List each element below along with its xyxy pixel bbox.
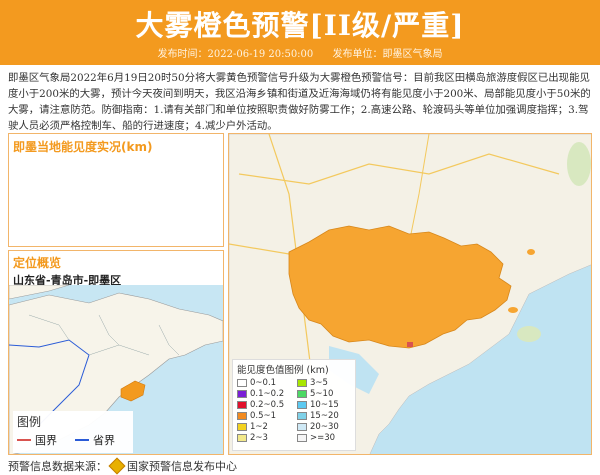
legend-range-label: >=30 (310, 433, 336, 443)
visibility-legend: 能见度色值图例 (km) 0~0.1 3~5 0.1~0.2 5~10 0.2~0.5 1… (232, 359, 356, 451)
legend-range-label: 3~5 (310, 378, 328, 388)
data-source: 预警信息数据来源： 国家预警信息发布中心 (8, 457, 237, 475)
visibility-legend-item: 0.5~1 (237, 411, 291, 421)
visibility-legend-item: 3~5 (297, 378, 351, 388)
legend-swatch-icon (237, 423, 247, 431)
legend-swatch-icon (297, 401, 307, 409)
warning-description: 即墨区气象局2022年6月19日20时50分将大雾黄色预警信号升级为大雾橙色预警… (8, 72, 591, 132)
visibility-legend-item: 5~10 (297, 389, 351, 399)
legend-range-label: 0~0.1 (250, 378, 277, 388)
source-provider[interactable]: 国家预警信息发布中心 (127, 458, 237, 474)
visibility-legend-item: 0~0.1 (237, 378, 291, 388)
visibility-panel-title: 即墨当地能见度实况(km) (13, 140, 153, 154)
visibility-legend-item: 10~15 (297, 400, 351, 410)
overview-legend-title: 图例 (17, 415, 42, 429)
visibility-panel: 即墨当地能见度实况(km) (8, 133, 224, 247)
legend-range-label: 0.5~1 (250, 411, 277, 421)
legend-swatch-icon (237, 434, 247, 442)
legend-swatch-icon (237, 390, 247, 398)
visibility-legend-item: >=30 (297, 433, 351, 443)
province-border-line-icon (75, 439, 89, 441)
overview-legend: 图例 国界 省界 (13, 411, 133, 453)
warning-title: 大雾橙色预警[II级/严重] (135, 9, 465, 42)
warning-meta: 发布时间：2022-06-19 20:50:00 发布单位：即墨区气象局 (0, 48, 600, 62)
legend-swatch-icon (297, 390, 307, 398)
legend-swatch-icon (297, 423, 307, 431)
location-panel: 定位概览 山东省-青岛市-即墨区 图例 国界 省界 (8, 250, 224, 455)
legend-range-label: 5~10 (310, 389, 334, 399)
city-marker-icon (407, 342, 413, 347)
publish-time: 发布时间：2022-06-19 20:50:00 (157, 49, 314, 60)
publisher: 发布单位：即墨区气象局 (332, 49, 443, 60)
visibility-legend-title: 能见度色值图例 (km) (237, 365, 329, 376)
visibility-legend-item: 15~20 (297, 411, 351, 421)
legend-swatch-icon (237, 379, 247, 387)
legend-swatch-icon (237, 401, 247, 409)
visibility-legend-item: 1~2 (237, 422, 291, 432)
legend-national-border: 国界 省界 (13, 432, 133, 448)
source-label: 预警信息数据来源： (8, 460, 107, 473)
legend-range-label: 1~2 (250, 422, 268, 432)
visibility-legend-item: 0.1~0.2 (237, 389, 291, 399)
legend-range-label: 0.1~0.2 (250, 389, 285, 399)
warning-center-logo-icon (108, 457, 126, 475)
warning-header: 大雾橙色预警[II级/严重] 发布时间：2022-06-19 20:50:00 … (0, 0, 600, 65)
legend-swatch-icon (297, 434, 307, 442)
legend-swatch-icon (297, 412, 307, 420)
legend-range-label: 20~30 (310, 422, 339, 432)
legend-range-label: 2~3 (250, 433, 268, 443)
visibility-legend-grid: 0~0.1 3~5 0.1~0.2 5~10 0.2~0.5 10~15 0.5~1 15~2… (233, 378, 355, 443)
visibility-legend-item: 20~30 (297, 422, 351, 432)
legend-range-label: 10~15 (310, 400, 339, 410)
visibility-legend-item: 0.2~0.5 (237, 400, 291, 410)
location-panel-title: 定位概览 (13, 256, 62, 270)
national-border-line-icon (17, 439, 31, 441)
legend-range-label: 0.2~0.5 (250, 400, 285, 410)
legend-swatch-icon (297, 379, 307, 387)
visibility-legend-item: 2~3 (237, 433, 291, 443)
legend-range-label: 15~20 (310, 411, 339, 421)
legend-swatch-icon (237, 412, 247, 420)
